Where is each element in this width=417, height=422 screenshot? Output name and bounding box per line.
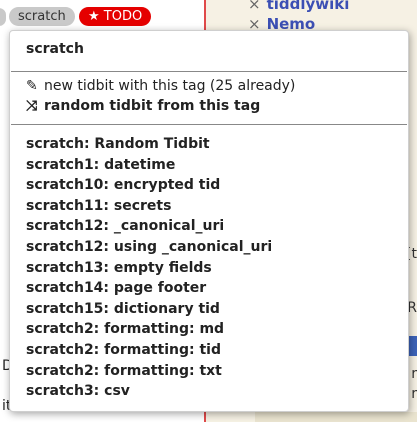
list-item[interactable]: scratch11: secrets: [26, 196, 272, 217]
list-item[interactable]: scratch12: _canonical_uri: [26, 216, 272, 237]
shuffle-icon: ⤨: [26, 98, 38, 114]
list-item[interactable]: scratch15: dictionary tid: [26, 299, 272, 320]
sidebar-bottom-band: [255, 412, 417, 422]
app-window: × tiddlywiki × Nemo {t R r r D it scratch …: [0, 0, 417, 422]
remove-icon[interactable]: ×: [248, 0, 261, 13]
list-item[interactable]: scratch2: formatting: md: [26, 319, 272, 340]
dropdown-title[interactable]: scratch: [26, 41, 84, 57]
sidebar-blue-block: [409, 336, 417, 356]
sidebar-fragment: r: [411, 366, 417, 382]
dropdown-divider: [11, 71, 407, 72]
list-item[interactable]: scratch2: formatting: txt: [26, 361, 272, 382]
sidebar-item-tiddlywiki[interactable]: × tiddlywiki: [248, 0, 349, 13]
tag-dropdown: scratch ✎ new tidbit with this tag (25 al…: [9, 30, 409, 412]
sidebar-item-label: tiddlywiki: [266, 0, 350, 13]
new-tidbit-button[interactable]: ✎ new tidbit with this tag (25 already): [26, 78, 295, 94]
tagged-tidbit-list: scratch: Random Tidbit scratch1: datetim…: [26, 134, 272, 402]
dropdown-divider: [11, 124, 407, 125]
tag-pill-scratch[interactable]: scratch: [9, 7, 75, 26]
random-tidbit-label: random tidbit from this tag: [44, 98, 261, 114]
list-item[interactable]: scratch3: csv: [26, 381, 272, 402]
list-item[interactable]: scratch2: formatting: tid: [26, 340, 272, 361]
random-tidbit-button[interactable]: ⤨ random tidbit from this tag: [26, 98, 260, 114]
list-item[interactable]: scratch13: empty fields: [26, 258, 272, 279]
sidebar-fragment: r: [411, 386, 417, 402]
tag-pill-todo[interactable]: ★ TODO: [79, 7, 152, 26]
list-item[interactable]: scratch10: encrypted tid: [26, 175, 272, 196]
list-item[interactable]: scratch: Random Tidbit: [26, 134, 272, 155]
new-tidbit-label: new tidbit with this tag (25 already): [44, 78, 296, 94]
list-item[interactable]: scratch12: using _canonical_uri: [26, 237, 272, 258]
list-item[interactable]: scratch14: page footer: [26, 278, 272, 299]
list-item[interactable]: scratch1: datetime: [26, 155, 272, 176]
pencil-icon: ✎: [26, 78, 38, 94]
